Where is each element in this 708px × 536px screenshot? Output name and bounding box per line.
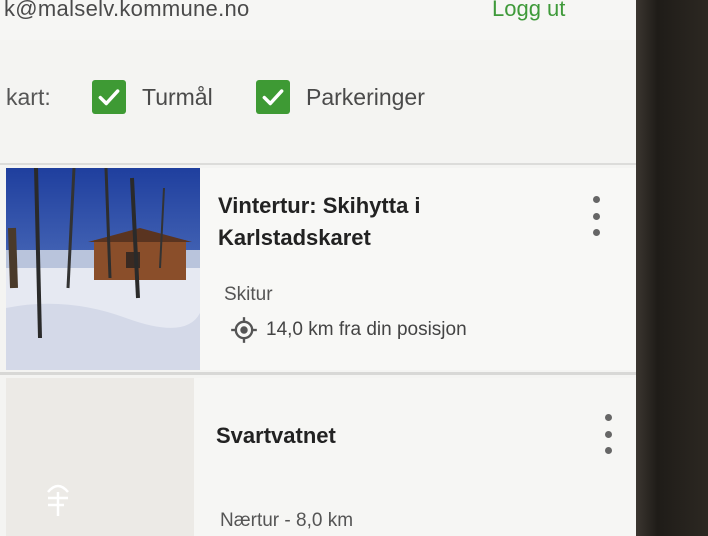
trip-title-line2: Karlstadskaret xyxy=(218,225,371,250)
more-vert-icon[interactable] xyxy=(590,196,602,236)
card-separator xyxy=(0,372,640,375)
trip-card[interactable]: Vintertur: Skihytta i Karlstadskaret Ski… xyxy=(6,168,636,370)
trip-title: Vintertur: Skihytta i xyxy=(218,193,421,218)
winter-cabin-photo xyxy=(6,168,200,370)
logout-link[interactable]: Logg ut xyxy=(492,0,565,22)
trip-distance-row: 14,0 km fra din posisjon xyxy=(230,316,467,344)
checkbox-parkeringer[interactable] xyxy=(256,80,290,114)
phone-screen: k@malselv.kommune.no Logg ut kart: Turmå… xyxy=(0,0,642,536)
trip-thumbnail xyxy=(6,168,200,370)
user-email: k@malselv.kommune.no xyxy=(4,0,250,21)
map-filter-row: kart: Turmål Parkeringer xyxy=(0,62,640,142)
trip-type: Skitur xyxy=(224,284,273,305)
trip-title: Svartvatnet xyxy=(216,423,336,448)
checkmark-icon xyxy=(98,89,120,106)
trip-distance: 14,0 km fra din posisjon xyxy=(266,319,467,340)
account-header: k@malselv.kommune.no Logg ut xyxy=(0,0,640,40)
app-logo-icon xyxy=(47,484,69,516)
filter-label: kart: xyxy=(6,84,51,110)
checkbox-label-parkeringer[interactable]: Parkeringer xyxy=(306,84,425,111)
trip-card[interactable]: Svartvatnet Nærtur - 8,0 km xyxy=(6,378,636,536)
more-vert-icon[interactable] xyxy=(602,414,614,454)
checkbox-turmal[interactable] xyxy=(92,80,126,114)
checkbox-label-turmal[interactable]: Turmål xyxy=(142,84,213,111)
location-target-icon xyxy=(231,317,257,343)
trip-thumbnail-placeholder xyxy=(6,378,194,536)
checkmark-icon xyxy=(262,89,284,106)
trip-meta: Nærtur - 8,0 km xyxy=(220,510,354,531)
divider xyxy=(0,163,640,165)
device-frame xyxy=(636,0,708,536)
